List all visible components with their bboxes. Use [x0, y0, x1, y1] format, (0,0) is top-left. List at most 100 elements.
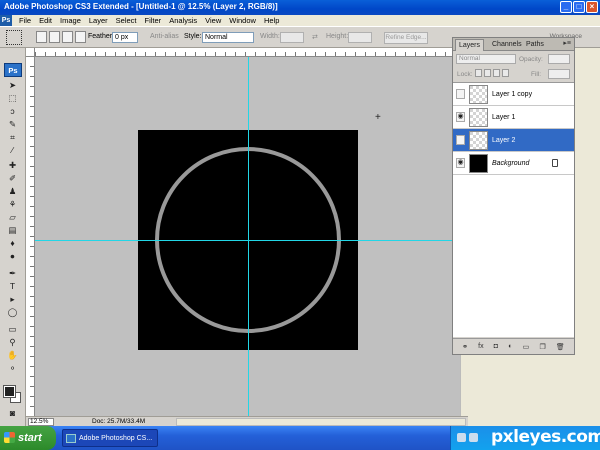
- type-tool-icon[interactable]: T: [6, 281, 19, 292]
- fx-icon[interactable]: fx: [478, 343, 483, 350]
- minimize-button[interactable]: _: [560, 1, 572, 13]
- fill-label: Fill:: [531, 71, 542, 78]
- marquee-tool-icon[interactable]: ⬚: [6, 93, 19, 104]
- canvas-area[interactable]: +: [35, 57, 460, 416]
- title-bar: Adobe Photoshop CS3 Extended - [Untitled…: [0, 0, 600, 15]
- refine-edge-button[interactable]: Refine Edge...: [384, 32, 428, 44]
- brush-tool-icon[interactable]: ✐: [6, 173, 19, 184]
- window-controls: _ □ ×: [560, 1, 598, 13]
- history-brush-icon[interactable]: ⚘: [6, 199, 19, 210]
- app-icon[interactable]: Ps: [0, 15, 12, 26]
- link-icon[interactable]: ⚭: [462, 343, 468, 351]
- swap-icon[interactable]: ⇄: [312, 33, 318, 41]
- menu-file[interactable]: File: [15, 15, 35, 26]
- menu-select[interactable]: Select: [112, 15, 141, 26]
- tray-icons: [457, 433, 478, 442]
- horizontal-scrollbar[interactable]: [176, 418, 466, 426]
- vertical-guide[interactable]: [248, 57, 249, 416]
- tab-layers[interactable]: Layers: [455, 39, 485, 51]
- tab-paths[interactable]: Paths: [523, 39, 547, 51]
- horizontal-guide[interactable]: [35, 240, 460, 241]
- tray-network-icon[interactable]: [457, 433, 466, 442]
- height-input[interactable]: [348, 32, 372, 43]
- taskbar-photoshop-button[interactable]: Adobe Photoshop CS...: [62, 429, 158, 447]
- zoom-level-field[interactable]: 12.5%: [28, 418, 54, 426]
- maximize-button[interactable]: □: [573, 1, 585, 13]
- ps-logo[interactable]: Ps: [4, 63, 22, 77]
- menu-image[interactable]: Image: [56, 15, 85, 26]
- visibility-toggle[interactable]: [456, 89, 465, 99]
- intersect-selection-icon[interactable]: [75, 31, 86, 43]
- menu-filter[interactable]: Filter: [141, 15, 166, 26]
- menu-view[interactable]: View: [201, 15, 225, 26]
- layer-row-layer-1[interactable]: ◉ Layer 1: [453, 106, 574, 129]
- quick-mask-icon[interactable]: ◙: [6, 408, 19, 419]
- new-layer-icon[interactable]: ❐: [539, 343, 545, 351]
- zoom-tool-icon[interactable]: ⚬: [6, 363, 19, 374]
- layers-list: Layer 1 copy ◉ Layer 1 Layer 2 ◉ Backgro…: [453, 82, 574, 337]
- vertical-ruler[interactable]: [26, 57, 35, 416]
- gradient-tool-icon[interactable]: ▤: [6, 225, 19, 236]
- menu-layer[interactable]: Layer: [85, 15, 112, 26]
- stamp-tool-icon[interactable]: ♟: [6, 186, 19, 197]
- quick-select-tool-icon[interactable]: ✎: [6, 119, 19, 130]
- marquee-tool-preset[interactable]: [6, 30, 22, 45]
- menu-window[interactable]: Window: [225, 15, 260, 26]
- visibility-toggle[interactable]: [456, 135, 465, 145]
- tray-volume-icon[interactable]: [469, 433, 478, 442]
- layers-panel-footer: ⚭ fx ◘ ◐ ▭ ❐ 🗑: [453, 338, 574, 354]
- folder-icon[interactable]: ▭: [523, 343, 530, 351]
- hand-tool-icon[interactable]: ✋: [6, 350, 19, 361]
- pen-tool-icon[interactable]: ✒: [6, 268, 19, 279]
- width-input[interactable]: [280, 32, 304, 43]
- lock-transparency-icon[interactable]: [475, 69, 482, 77]
- tab-channels[interactable]: Channels: [489, 39, 525, 51]
- close-button[interactable]: ×: [586, 1, 598, 13]
- blend-mode-select[interactable]: Normal: [456, 54, 516, 64]
- lock-position-icon[interactable]: [493, 69, 500, 77]
- healing-tool-icon[interactable]: ✚: [6, 160, 19, 171]
- horizontal-ruler[interactable]: [26, 48, 460, 57]
- shape-tool-icon[interactable]: ◯: [6, 307, 19, 318]
- eyedropper-tool-icon[interactable]: ⚲: [6, 337, 19, 348]
- lock-pixels-icon[interactable]: [484, 69, 491, 77]
- trash-icon[interactable]: 🗑: [556, 343, 565, 351]
- lock-all-icon[interactable]: [502, 69, 509, 77]
- visibility-eye-icon[interactable]: ◉: [456, 112, 465, 122]
- opacity-input[interactable]: [548, 54, 570, 64]
- path-select-tool-icon[interactable]: ▸: [6, 294, 19, 305]
- lasso-tool-icon[interactable]: ↄ: [6, 106, 19, 117]
- fill-input[interactable]: [548, 69, 570, 79]
- menu-help[interactable]: Help: [260, 15, 283, 26]
- ruler-origin[interactable]: [26, 48, 35, 57]
- move-tool-icon[interactable]: ➤: [6, 80, 19, 91]
- style-select[interactable]: Normal: [202, 32, 254, 43]
- layer-row-layer-2[interactable]: Layer 2: [453, 129, 574, 152]
- eraser-tool-icon[interactable]: ▱: [6, 212, 19, 223]
- layer-name: Layer 1 copy: [492, 91, 533, 98]
- slice-tool-icon[interactable]: ∕: [6, 145, 19, 156]
- antialias-label[interactable]: Anti-alias: [150, 33, 179, 40]
- mask-icon[interactable]: ◘: [494, 343, 498, 350]
- dodge-tool-icon[interactable]: ●: [6, 251, 19, 262]
- document-size-info[interactable]: Doc: 25.7M/33.4M: [92, 418, 145, 426]
- layer-row-layer-1-copy[interactable]: Layer 1 copy: [453, 83, 574, 106]
- add-selection-icon[interactable]: [49, 31, 60, 43]
- panel-menu-icon[interactable]: ▸≡: [563, 39, 571, 47]
- system-tray: pxleyes.com: [450, 426, 600, 450]
- adjustment-icon[interactable]: ◐: [508, 343, 512, 350]
- foreground-color-swatch[interactable]: [3, 385, 16, 398]
- new-selection-icon[interactable]: [36, 31, 47, 43]
- photoshop-icon: [66, 434, 76, 443]
- taskbar-item-label: Adobe Photoshop CS...: [79, 435, 153, 442]
- feather-input[interactable]: 0 px: [112, 32, 138, 43]
- crop-tool-icon[interactable]: ⌗: [6, 132, 19, 143]
- start-button[interactable]: start: [0, 426, 56, 450]
- blur-tool-icon[interactable]: ♦: [6, 238, 19, 249]
- notes-tool-icon[interactable]: ▭: [6, 324, 19, 335]
- subtract-selection-icon[interactable]: [62, 31, 73, 43]
- layer-row-background[interactable]: ◉ Background: [453, 152, 574, 175]
- menu-analysis[interactable]: Analysis: [165, 15, 201, 26]
- visibility-eye-icon[interactable]: ◉: [456, 158, 465, 168]
- menu-edit[interactable]: Edit: [35, 15, 56, 26]
